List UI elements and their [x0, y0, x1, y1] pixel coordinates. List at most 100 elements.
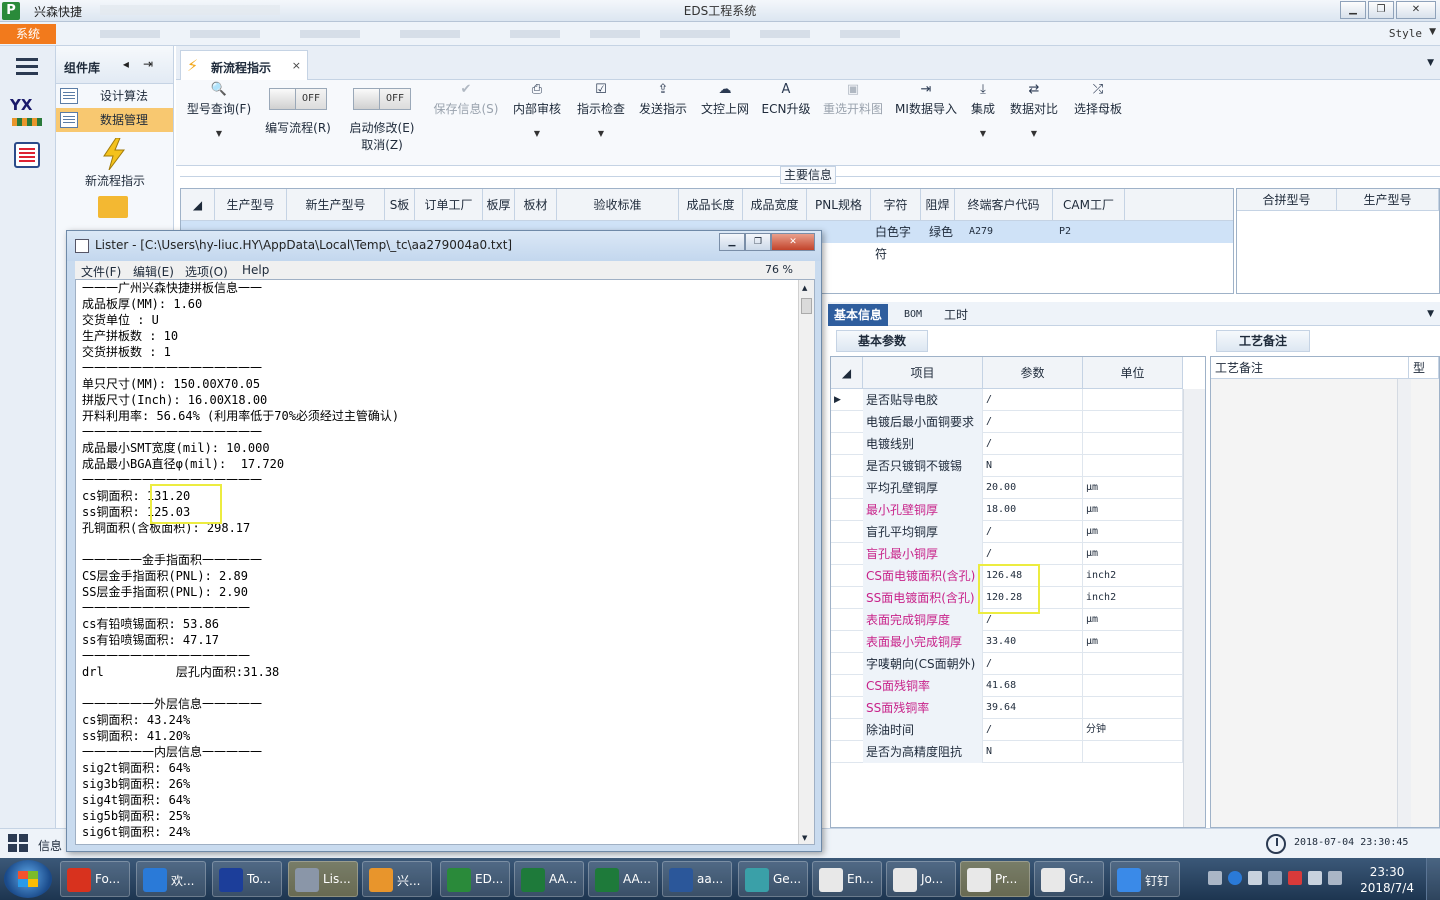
column-header[interactable]: 单位: [1083, 357, 1183, 389]
param-item-cell[interactable]: 是否为高精度阻抗: [863, 741, 983, 763]
grid-menu-icon[interactable]: [8, 834, 30, 854]
param-unit-cell[interactable]: [1083, 741, 1183, 763]
column-header[interactable]: 项目: [863, 357, 983, 389]
taskbar-button[interactable]: Pr...: [960, 861, 1030, 897]
notification-icon[interactable]: [1328, 871, 1342, 885]
param-value-cell[interactable]: 20.00: [983, 477, 1083, 499]
param-unit-cell[interactable]: inch2: [1083, 587, 1183, 609]
column-header[interactable]: 阻焊: [921, 189, 955, 221]
taskbar-button[interactable]: ED...: [440, 861, 510, 897]
column-header[interactable]: 板材: [515, 189, 557, 221]
param-unit-cell[interactable]: μm: [1083, 499, 1183, 521]
lister-maximize-button[interactable]: ❐: [745, 233, 771, 251]
param-row[interactable]: 除油时间 / 分钟: [831, 719, 1205, 741]
hamburger-menu-icon[interactable]: [16, 58, 38, 75]
write-flow-toggle[interactable]: OFF: [269, 88, 327, 110]
param-item-cell[interactable]: 表面最小完成铜厚: [863, 631, 983, 653]
vertical-scrollbar[interactable]: [1183, 389, 1205, 827]
param-item-cell[interactable]: SS面电镀面积(含孔): [863, 587, 983, 609]
doc-control-online-button[interactable]: ☁ 文控上网: [698, 82, 752, 117]
param-unit-cell[interactable]: [1083, 653, 1183, 675]
app-tray-icon[interactable]: [1288, 871, 1302, 885]
tray-clock[interactable]: 23:30 2018/7/4: [1360, 864, 1414, 896]
param-unit-cell[interactable]: [1083, 675, 1183, 697]
yx-module-icon[interactable]: YX: [10, 96, 44, 126]
chevron-down-icon[interactable]: ▼: [574, 129, 628, 138]
param-item-cell[interactable]: 表面完成铜厚度: [863, 609, 983, 631]
param-unit-cell[interactable]: inch2: [1083, 565, 1183, 587]
param-value-cell[interactable]: 39.64: [983, 697, 1083, 719]
param-item-cell[interactable]: 电镀后最小面铜要求: [863, 411, 983, 433]
tab-basic-params[interactable]: 基本参数: [836, 330, 928, 352]
param-unit-cell[interactable]: μm: [1083, 521, 1183, 543]
ecn-upgrade-button[interactable]: A ECN升级: [760, 82, 812, 117]
vertical-scrollbar[interactable]: [1397, 379, 1411, 827]
column-header[interactable]: 合拼型号: [1237, 189, 1337, 211]
minimize-button[interactable]: ▁: [1340, 1, 1366, 19]
param-unit-cell[interactable]: [1083, 433, 1183, 455]
taskbar-button[interactable]: 兴...: [362, 861, 432, 897]
component-item-design-algorithm[interactable]: 设计算法: [56, 84, 173, 108]
param-unit-cell[interactable]: [1083, 455, 1183, 477]
param-value-cell[interactable]: N: [983, 741, 1083, 763]
column-header[interactable]: 型: [1409, 357, 1439, 379]
calculator-icon[interactable]: [14, 142, 40, 168]
param-item-cell[interactable]: 盲孔最小铜厚: [863, 543, 983, 565]
column-header[interactable]: 字符: [871, 189, 921, 221]
start-modify-toggle[interactable]: OFF: [353, 88, 411, 110]
tab-new-flow[interactable]: ⚡ 新流程指示 ×: [180, 50, 308, 80]
param-row[interactable]: CS面残铜率 41.68: [831, 675, 1205, 697]
param-item-cell[interactable]: CS面电镀面积(含孔): [863, 565, 983, 587]
column-header[interactable]: CAM工厂: [1053, 189, 1125, 221]
param-unit-cell[interactable]: [1083, 411, 1183, 433]
column-header[interactable]: 工艺备注: [1211, 357, 1409, 379]
cell-character[interactable]: 白色字符: [871, 221, 921, 261]
param-item-cell[interactable]: 最小孔壁铜厚: [863, 499, 983, 521]
param-value-cell[interactable]: /: [983, 543, 1083, 565]
taskbar-button[interactable]: Fo...: [60, 861, 130, 897]
close-button[interactable]: ✕: [1396, 1, 1436, 19]
cancel-label[interactable]: 取消(Z): [361, 138, 403, 152]
lister-title-bar[interactable]: Lister - [C:\Users\hy-liuc.HY\AppData\Lo…: [67, 231, 821, 261]
lightning-icon[interactable]: [100, 138, 128, 170]
taskbar-button[interactable]: Jo...: [886, 861, 956, 897]
taskbar-button[interactable]: En...: [812, 861, 882, 897]
param-item-cell[interactable]: 电镀线别: [863, 433, 983, 455]
column-header[interactable]: 成品宽度: [743, 189, 807, 221]
param-unit-cell[interactable]: μm: [1083, 477, 1183, 499]
param-item-cell[interactable]: 盲孔平均铜厚: [863, 521, 983, 543]
param-row[interactable]: 盲孔平均铜厚 / μm: [831, 521, 1205, 543]
cell-customer-code[interactable]: A279: [965, 221, 1055, 243]
taskbar-button[interactable]: AA...: [514, 861, 584, 897]
chevron-down-icon[interactable]: ▼: [184, 129, 254, 138]
tab-work-hours[interactable]: 工时: [938, 304, 974, 326]
ime-icon[interactable]: [1248, 871, 1262, 885]
param-unit-cell[interactable]: μm: [1083, 543, 1183, 565]
param-value-cell[interactable]: /: [983, 521, 1083, 543]
param-item-cell[interactable]: 是否贴导电胶: [863, 389, 983, 411]
cell-cam-factory[interactable]: P2: [1055, 221, 1125, 243]
param-item-cell[interactable]: 除油时间: [863, 719, 983, 741]
taskbar-button[interactable]: AA...: [588, 861, 658, 897]
style-selector[interactable]: Style: [1389, 27, 1422, 40]
tab-basic-info[interactable]: 基本信息: [828, 304, 889, 326]
param-row[interactable]: 电镀后最小面铜要求 /: [831, 411, 1205, 433]
column-header[interactable]: 生产型号: [215, 189, 287, 221]
param-unit-cell[interactable]: μm: [1083, 609, 1183, 631]
column-header[interactable]: S板: [385, 189, 415, 221]
tab-process-notes[interactable]: 工艺备注: [1216, 330, 1310, 352]
cell-solder-mask[interactable]: 绿色: [925, 221, 959, 243]
taskbar-button[interactable]: aa...: [662, 861, 732, 897]
column-header[interactable]: 新生产型号: [287, 189, 385, 221]
show-desktop-button[interactable]: [1426, 858, 1440, 900]
model-query-button[interactable]: 🔍 型号查询(F) ▼: [184, 82, 254, 138]
folder-icon[interactable]: [98, 196, 128, 218]
start-button[interactable]: [4, 860, 52, 898]
menu-help[interactable]: Help: [242, 263, 269, 277]
chevron-down-icon[interactable]: ▼: [1429, 27, 1436, 37]
send-instruction-button[interactable]: ⇪ 发送指示: [636, 82, 690, 117]
taskbar-button[interactable]: Gr...: [1034, 861, 1104, 897]
taskbar-button[interactable]: Lis...: [288, 861, 358, 897]
menu-options[interactable]: 选项(O): [185, 263, 228, 280]
chevron-down-icon[interactable]: ▼: [1427, 58, 1434, 68]
